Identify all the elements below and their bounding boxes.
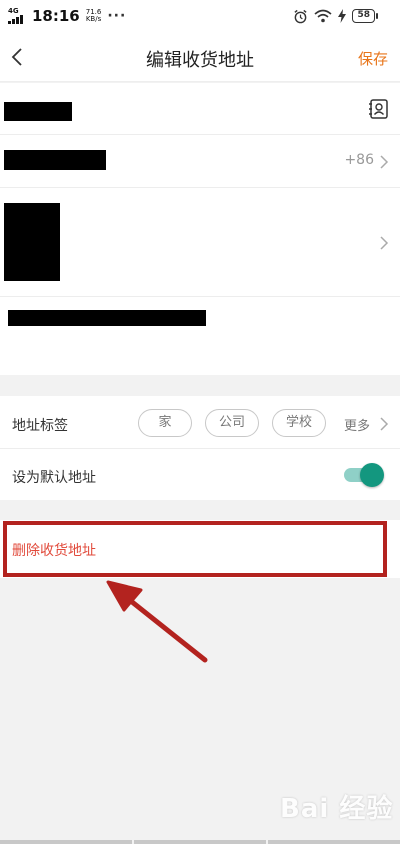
bottom-edge (0, 840, 400, 844)
delete-address-row[interactable]: 删除收货地址 (0, 520, 400, 578)
divider (0, 448, 400, 449)
back-icon[interactable] (6, 44, 32, 70)
more-notifications-icon: ··· (107, 8, 127, 24)
tag-chip-company[interactable]: 公司 (205, 409, 259, 437)
network-type: 4G (8, 7, 19, 15)
recipient-name-redacted (4, 102, 72, 121)
region-redacted (4, 203, 60, 281)
tag-chip-home[interactable]: 家 (138, 409, 192, 437)
wifi-icon (314, 9, 332, 23)
options-section: 地址标签 家 公司 学校 更多 设为默认地址 (0, 396, 400, 500)
detail-address-row[interactable] (0, 297, 400, 375)
more-tags-button[interactable]: 更多 (344, 415, 370, 434)
status-left: 4G 18:16 71.6 KB/s ··· (8, 7, 126, 25)
signal-icon: 4G (8, 8, 26, 24)
delete-address-button[interactable]: 删除收货地址 (12, 540, 96, 560)
page-title: 编辑收货地址 (146, 50, 254, 71)
chevron-right-icon (380, 236, 389, 250)
contact-book-icon[interactable] (368, 98, 390, 120)
nav-bar: 编辑收货地址 保存 (0, 32, 400, 82)
phone-row[interactable]: +86 (0, 135, 400, 188)
chevron-right-icon (380, 155, 389, 169)
tag-chip-school[interactable]: 学校 (272, 409, 326, 437)
address-tag-label: 地址标签 (12, 418, 68, 434)
battery-icon: 58 (352, 9, 378, 23)
speed-unit: KB/s (85, 15, 102, 23)
battery-level: 58 (352, 9, 375, 23)
chevron-right-icon (380, 417, 389, 431)
alarm-icon (294, 9, 308, 23)
save-button[interactable]: 保存 (358, 48, 388, 69)
recipient-name-row[interactable] (0, 83, 400, 135)
detail-address-redacted (8, 310, 206, 326)
default-address-toggle[interactable] (344, 463, 384, 487)
charging-icon (338, 9, 347, 23)
clock-time: 18:16 (32, 7, 80, 25)
status-bar: 4G 18:16 71.6 KB/s ··· 58 (0, 0, 400, 32)
address-form: +86 (0, 83, 400, 375)
country-code[interactable]: +86 (344, 152, 374, 168)
network-speed: 71.6 KB/s (86, 9, 102, 23)
phone-number-redacted (4, 150, 106, 170)
region-row[interactable] (0, 188, 400, 297)
status-right: 58 (293, 7, 378, 25)
baidu-jingyan-watermark: Bai 经验 (280, 794, 394, 824)
default-address-label: 设为默认地址 (12, 470, 96, 486)
